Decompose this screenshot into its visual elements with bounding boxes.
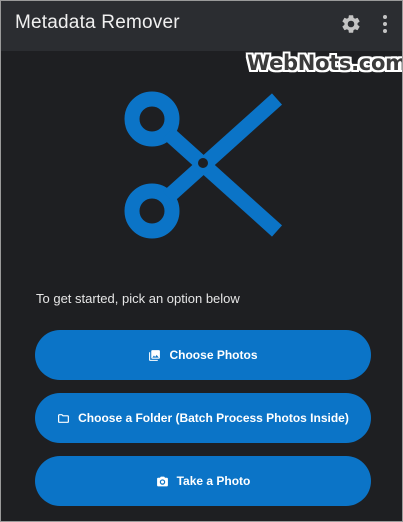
camera-icon (156, 476, 168, 486)
app-window: Metadata Remover WebNots.com To get star… (0, 0, 403, 522)
scissors-icon (124, 91, 283, 239)
choose-folder-button[interactable]: Choose a Folder (Batch Process Photos In… (35, 393, 371, 443)
choose-photos-label: Choose Photos (169, 348, 258, 362)
image-icon (149, 349, 161, 361)
more-vert-icon[interactable] (378, 13, 392, 35)
folder-icon (58, 413, 70, 423)
choose-folder-label: Choose a Folder (Batch Process Photos In… (78, 411, 349, 425)
app-bar: Metadata Remover (1, 1, 402, 51)
choose-photos-button[interactable]: Choose Photos (35, 330, 371, 380)
watermark-logo: WebNots.com (247, 51, 403, 75)
take-photo-label: Take a Photo (176, 474, 251, 488)
gear-icon[interactable] (340, 13, 362, 35)
app-title: Metadata Remover (15, 12, 180, 33)
instruction-text: To get started, pick an option below (36, 291, 240, 306)
take-photo-button[interactable]: Take a Photo (35, 456, 371, 506)
